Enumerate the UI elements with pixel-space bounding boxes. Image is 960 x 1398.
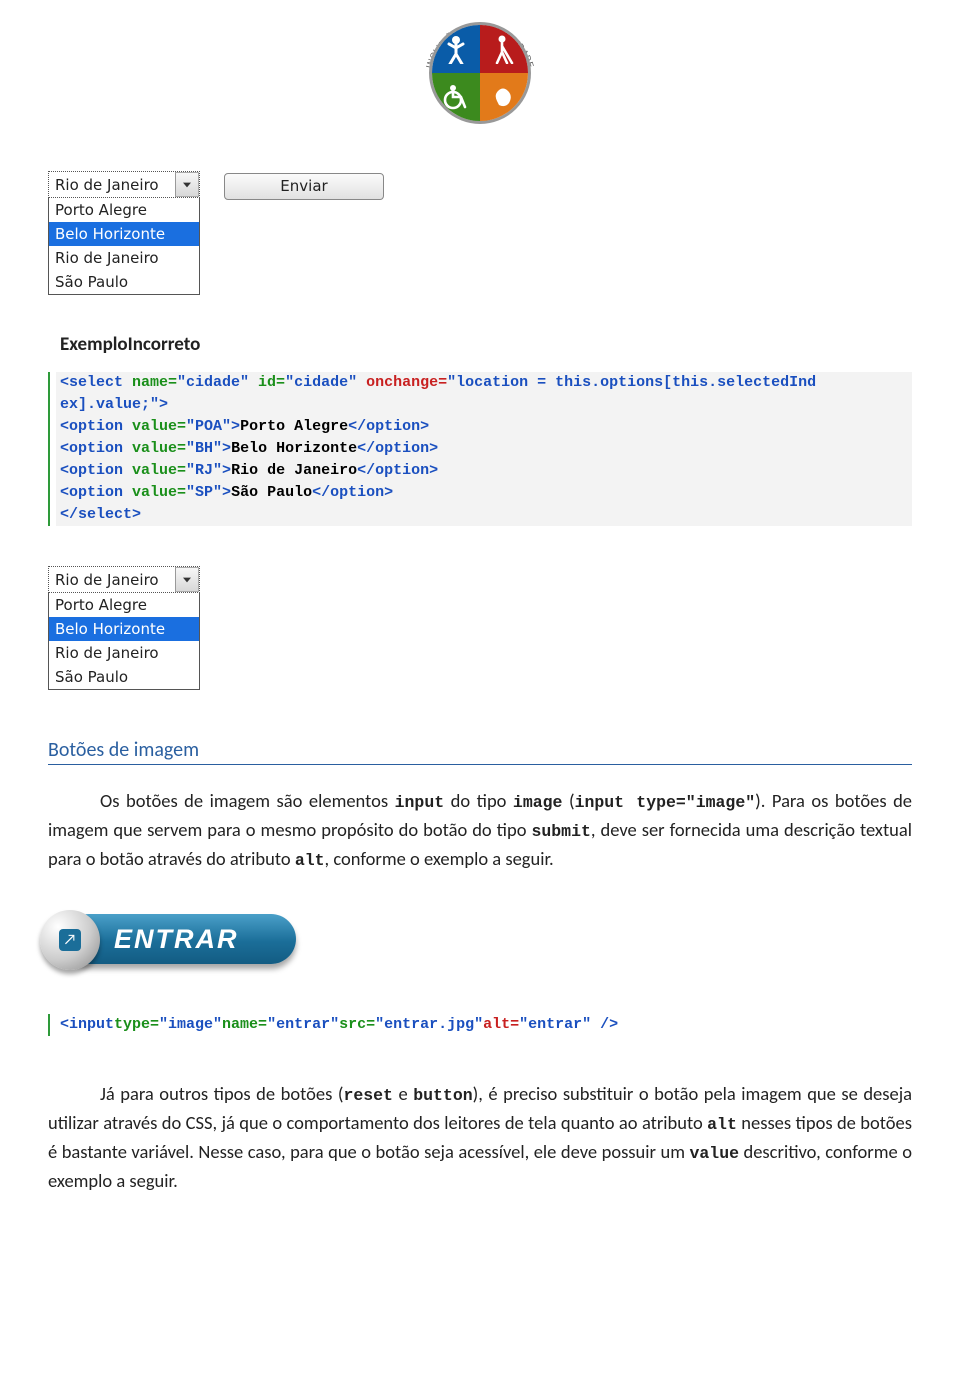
combobox-selected-value: Rio de Janeiro — [49, 172, 175, 197]
enter-image-button[interactable]: ENTRAR ↗ — [36, 908, 304, 976]
enter-button-label: ENTRAR — [114, 924, 239, 955]
option-porto-alegre[interactable]: Porto Alegre — [49, 593, 199, 617]
enter-button-arrow-icon: ↗ — [40, 910, 100, 970]
paragraph-other-button-types: Já para outros tipos de botões (reset e … — [48, 1080, 912, 1194]
option-porto-alegre[interactable]: Porto Alegre — [49, 198, 199, 222]
paragraph-image-buttons-intro: Os botões de imagem são elementos input … — [48, 787, 912, 874]
header-logo: INCLUSÃO E ACESSIBILIDADE — [48, 0, 912, 163]
combobox-dropdown-button[interactable] — [175, 172, 199, 197]
logo-quadrant-person-icon — [432, 25, 480, 73]
chevron-down-icon — [183, 577, 191, 583]
combobox-selected-value: Rio de Janeiro — [49, 567, 175, 592]
logo-quadrant-wheelchair-icon — [432, 73, 480, 121]
section-heading-image-buttons: Botões de imagem — [48, 738, 912, 765]
chevron-down-icon — [183, 182, 191, 188]
city-combobox-1[interactable]: Rio de Janeiro Porto Alegre Belo Horizon… — [48, 171, 200, 295]
logo-quadrant-signing-icon — [480, 73, 528, 121]
option-rio-de-janeiro[interactable]: Rio de Janeiro — [49, 641, 199, 665]
option-sao-paulo[interactable]: São Paulo — [49, 270, 199, 294]
combobox-listbox[interactable]: Porto Alegre Belo Horizonte Rio de Janei… — [48, 593, 200, 690]
combobox-listbox[interactable]: Porto Alegre Belo Horizonte Rio de Janei… — [48, 198, 200, 295]
logo-quadrant-cane-icon — [480, 25, 528, 73]
option-rio-de-janeiro[interactable]: Rio de Janeiro — [49, 246, 199, 270]
option-sao-paulo[interactable]: São Paulo — [49, 665, 199, 689]
city-combobox-2[interactable]: Rio de Janeiro Porto Alegre Belo Horizon… — [48, 566, 200, 690]
code-example-input-image: <inputtype="image"name="entrar"src="entr… — [48, 1014, 912, 1036]
combobox-dropdown-button[interactable] — [175, 567, 199, 592]
code-example-select: <select name="cidade" id="cidade" onchan… — [48, 372, 912, 526]
option-belo-horizonte[interactable]: Belo Horizonte — [49, 222, 199, 246]
submit-button[interactable]: Enviar — [224, 173, 384, 200]
incorrect-example-heading: ExemploIncorreto — [48, 333, 912, 356]
option-belo-horizonte[interactable]: Belo Horizonte — [49, 617, 199, 641]
